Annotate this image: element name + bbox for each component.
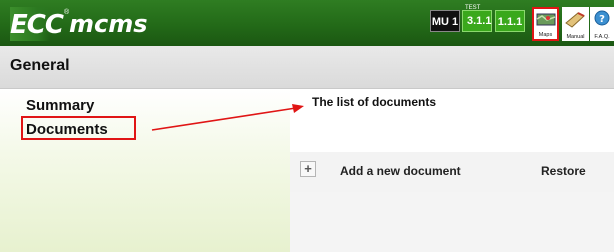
app-header: ECC ® mcms MU 1 TEST 3.1.1 1.1.1 Maps Ma… <box>0 0 614 46</box>
logo-ecc-text: ECC <box>10 10 64 40</box>
document-list-area <box>290 192 614 252</box>
restore-link[interactable]: Restore <box>541 164 586 178</box>
main-content: The list of documents + Add a new docume… <box>290 89 614 252</box>
svg-text:?: ? <box>599 14 605 25</box>
manual-icon <box>565 12 585 28</box>
manual-label: Manual <box>566 34 585 40</box>
test-version-badge[interactable]: TEST 3.1.1 <box>462 5 492 32</box>
document-toolbar: + Add a new document Restore <box>290 152 614 192</box>
add-document-button[interactable]: + <box>300 161 316 177</box>
maps-icon <box>536 13 556 26</box>
faq-label: F.A.Q. <box>594 34 610 40</box>
test-version-value: 3.1.1 <box>467 15 492 27</box>
mu-badge[interactable]: MU 1 <box>430 10 460 32</box>
faq-button[interactable]: ? F.A.Q. <box>590 7 614 41</box>
sidebar: Summary Documents <box>0 89 290 252</box>
maps-button[interactable]: Maps <box>532 7 559 41</box>
add-document-link[interactable]: Add a new document <box>340 164 461 178</box>
maps-label: Maps <box>538 32 553 38</box>
sidebar-item-summary[interactable]: Summary <box>26 97 94 114</box>
app-logo[interactable]: ECC ® mcms <box>10 7 148 41</box>
sidebar-item-documents[interactable]: Documents <box>26 121 108 138</box>
manual-button[interactable]: Manual <box>562 7 589 41</box>
faq-icon: ? <box>594 10 610 26</box>
logo-mcms-text: mcms <box>69 10 148 38</box>
version-badge[interactable]: 1.1.1 <box>495 10 525 32</box>
page-title: The list of documents <box>312 95 437 109</box>
section-title: General <box>10 57 70 74</box>
test-label: TEST <box>465 5 481 11</box>
section-bar: General <box>0 46 614 89</box>
